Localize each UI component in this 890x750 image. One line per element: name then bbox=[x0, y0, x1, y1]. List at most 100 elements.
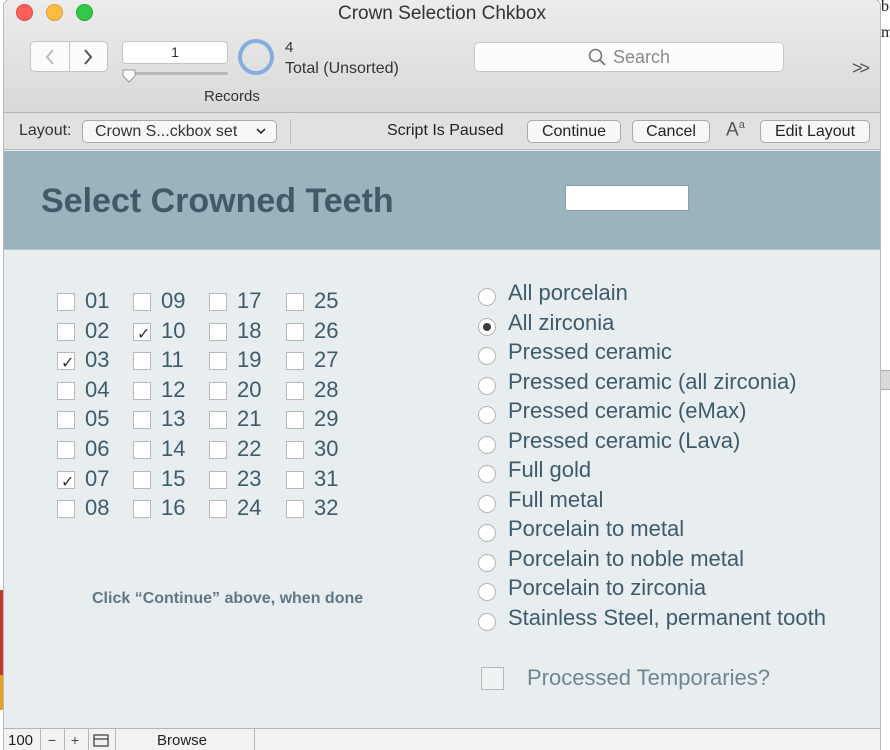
checkbox-box[interactable] bbox=[286, 322, 304, 341]
toolbar-overflow-button[interactable]: >> bbox=[852, 58, 870, 79]
toolbar-toggle-icon bbox=[93, 733, 109, 747]
radio-button[interactable] bbox=[478, 524, 496, 542]
zoom-in-button[interactable]: + bbox=[66, 732, 84, 748]
checkbox-box[interactable] bbox=[286, 293, 304, 311]
processed-temporaries-checkbox[interactable] bbox=[481, 667, 504, 690]
checkbox-box[interactable] bbox=[286, 411, 304, 430]
checkbox-box[interactable] bbox=[57, 441, 75, 459]
material-radio-option[interactable]: Pressed ceramic (Lava) bbox=[478, 428, 878, 454]
checkbox-box[interactable] bbox=[286, 470, 304, 489]
slider-knob-icon bbox=[122, 69, 136, 83]
checkbox-box[interactable] bbox=[286, 352, 304, 371]
checkbox-box[interactable] bbox=[57, 322, 75, 341]
checkbox-box[interactable] bbox=[57, 411, 75, 430]
tooth-number: 19 bbox=[237, 347, 262, 373]
found-count: 4 bbox=[285, 39, 294, 56]
checkbox-box[interactable] bbox=[133, 441, 151, 459]
material-label: Stainless Steel, permanent tooth bbox=[508, 604, 826, 630]
checkbox-box[interactable] bbox=[57, 293, 75, 311]
search-input[interactable]: Search bbox=[474, 42, 784, 72]
title-toolbar: Crown Selection Chkbox 1 Records 4 Total… bbox=[4, 0, 880, 113]
checkbox-box[interactable] bbox=[57, 500, 75, 519]
toggle-toolbar-button[interactable] bbox=[92, 732, 110, 748]
material-radio-option[interactable]: Pressed ceramic (eMax) bbox=[478, 398, 878, 424]
radio-button[interactable] bbox=[478, 583, 496, 601]
mode-popup[interactable]: Browse bbox=[157, 732, 207, 749]
radio-button[interactable] bbox=[478, 553, 496, 572]
checkbox-box[interactable] bbox=[133, 411, 151, 430]
checkbox-box[interactable] bbox=[57, 381, 75, 400]
material-radio-option[interactable]: Full gold bbox=[478, 457, 878, 483]
checkbox-box[interactable]: ✓ bbox=[57, 352, 75, 372]
processed-temporaries-label: Processed Temporaries? bbox=[527, 665, 770, 690]
found-set-pie-icon[interactable] bbox=[238, 39, 274, 75]
material-label: Pressed ceramic bbox=[508, 339, 672, 364]
material-label: All porcelain bbox=[508, 280, 628, 305]
checkbox-box[interactable] bbox=[209, 322, 227, 341]
checkbox-box[interactable] bbox=[133, 500, 151, 519]
text-format-button[interactable]: Aa bbox=[726, 119, 745, 141]
material-radio-option[interactable]: Porcelain to zirconia bbox=[478, 575, 878, 601]
checkbox-box[interactable] bbox=[209, 441, 227, 459]
checkbox-box[interactable] bbox=[133, 381, 151, 400]
material-label: Pressed ceramic (all zirconia) bbox=[508, 368, 797, 394]
previous-record-button[interactable] bbox=[31, 42, 70, 71]
radio-button[interactable] bbox=[478, 347, 496, 365]
background-text-fragment: b bbox=[881, 0, 889, 15]
material-radio-option[interactable]: Porcelain to metal bbox=[478, 516, 878, 542]
radio-button[interactable] bbox=[478, 317, 496, 336]
continue-button[interactable]: Continue bbox=[527, 120, 621, 143]
checkbox-box[interactable] bbox=[209, 470, 227, 489]
text-format-icon-sup: a bbox=[738, 119, 745, 131]
zoom-level[interactable]: 100 bbox=[8, 732, 33, 749]
material-label: Porcelain to metal bbox=[508, 516, 685, 541]
checkbox-box[interactable] bbox=[286, 441, 304, 459]
material-radio-option[interactable]: Pressed ceramic bbox=[478, 339, 878, 365]
current-record-field[interactable]: 1 bbox=[122, 41, 228, 64]
instruction-text: Click “Continue” above, when done bbox=[92, 590, 364, 607]
record-slider-track[interactable] bbox=[122, 72, 228, 75]
checkbox-box[interactable] bbox=[286, 381, 304, 400]
checkbox-box[interactable]: ✓ bbox=[133, 322, 151, 342]
checkbox-box[interactable]: ✓ bbox=[57, 470, 75, 490]
tooth-number: 27 bbox=[314, 347, 339, 373]
record-slider-handle[interactable] bbox=[122, 69, 136, 83]
radio-button[interactable] bbox=[478, 465, 496, 483]
checkbox-box[interactable] bbox=[133, 352, 151, 371]
material-radio-option[interactable]: Stainless Steel, permanent tooth bbox=[478, 605, 878, 631]
radio-button[interactable] bbox=[478, 494, 496, 513]
zoom-out-button[interactable]: − bbox=[43, 732, 61, 748]
checkbox-box[interactable] bbox=[133, 470, 151, 489]
checkbox-box[interactable] bbox=[209, 352, 227, 371]
tooth-number: 18 bbox=[237, 317, 262, 343]
tooth-number: 03 bbox=[85, 347, 110, 373]
checkbox-box[interactable] bbox=[209, 500, 227, 519]
layout-select[interactable]: Crown S...ckbox set bbox=[82, 120, 277, 143]
tooth-number: 31 bbox=[314, 465, 339, 491]
radio-button[interactable] bbox=[478, 406, 496, 424]
background-window-bar bbox=[880, 370, 890, 390]
tooth-number: 11 bbox=[161, 347, 184, 373]
material-radio-option[interactable]: All zirconia bbox=[478, 310, 878, 336]
checkbox-box[interactable] bbox=[209, 293, 227, 311]
checkbox-box[interactable] bbox=[209, 411, 227, 430]
header-input-field[interactable] bbox=[565, 185, 689, 211]
cancel-button[interactable]: Cancel bbox=[632, 120, 710, 143]
checkbox-box[interactable] bbox=[133, 293, 151, 311]
radio-button[interactable] bbox=[478, 288, 496, 306]
next-record-button[interactable] bbox=[70, 42, 108, 71]
radio-button[interactable] bbox=[478, 376, 496, 395]
material-radio-option[interactable]: Full metal bbox=[478, 487, 878, 513]
checkbox-box[interactable] bbox=[209, 381, 227, 400]
material-radio-option[interactable]: All porcelain bbox=[478, 280, 878, 306]
layout-header: Select Crowned Teeth bbox=[4, 151, 880, 250]
radio-button[interactable] bbox=[478, 612, 496, 631]
checkbox-box[interactable] bbox=[286, 500, 304, 519]
edit-layout-button[interactable]: Edit Layout bbox=[760, 120, 870, 143]
material-radio-option[interactable]: Porcelain to noble metal bbox=[478, 546, 878, 572]
radio-button[interactable] bbox=[478, 435, 496, 454]
tooth-number: 16 bbox=[161, 495, 186, 521]
text-format-icon: A bbox=[726, 119, 739, 141]
material-radio-option[interactable]: Pressed ceramic (all zirconia) bbox=[478, 369, 878, 395]
material-label: Full gold bbox=[508, 457, 592, 482]
